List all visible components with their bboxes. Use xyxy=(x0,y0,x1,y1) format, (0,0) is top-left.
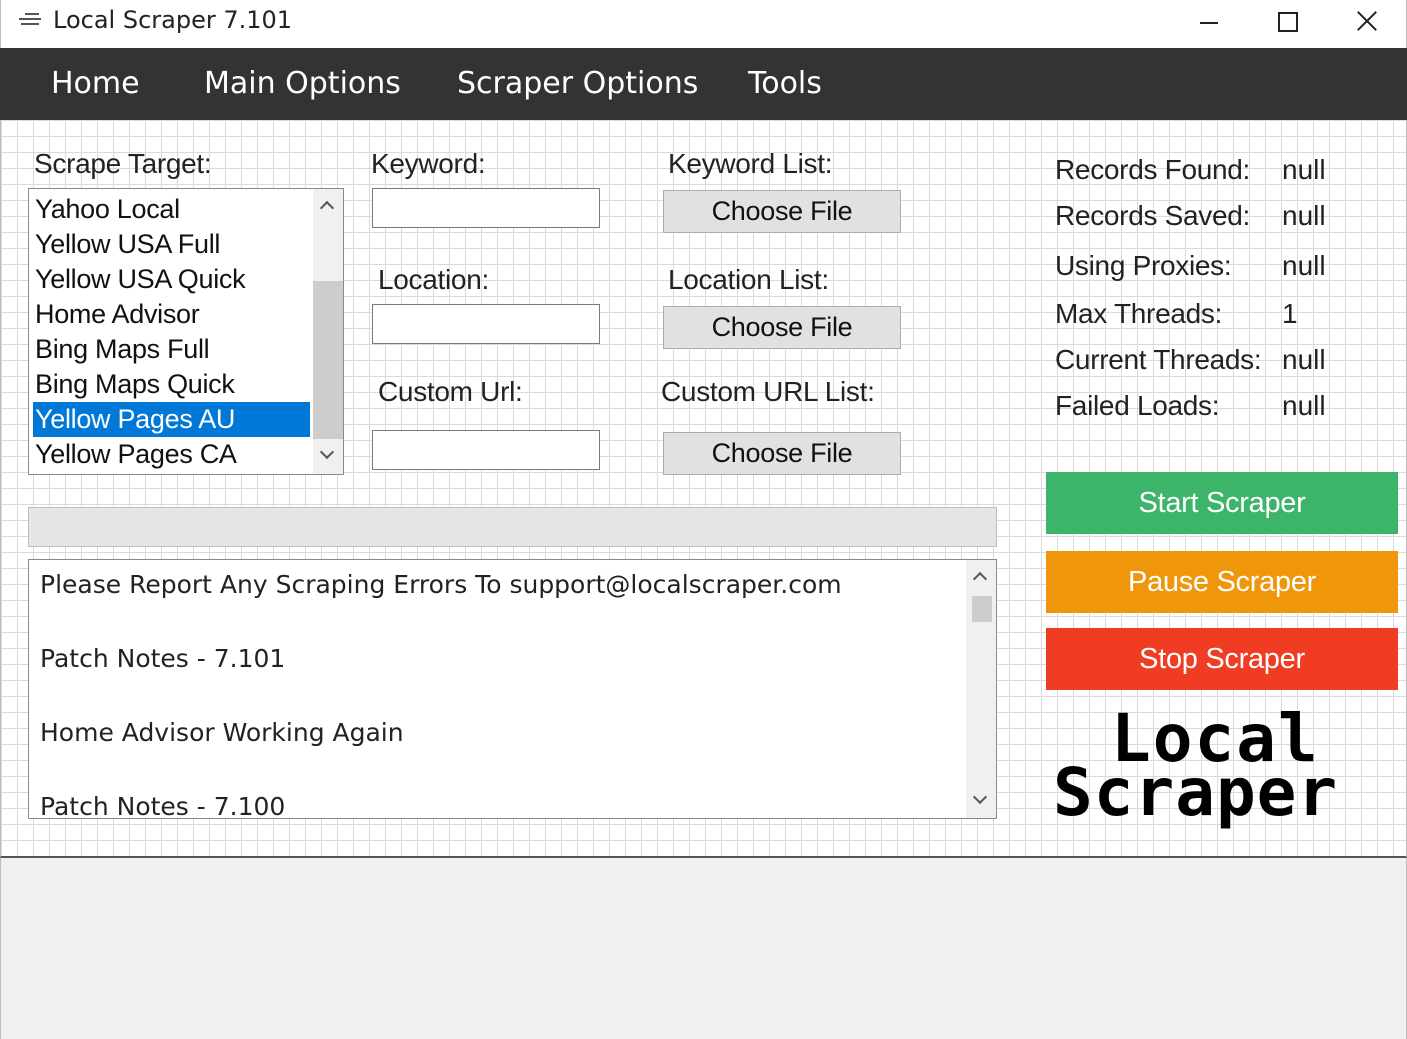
log-scrollbar[interactable] xyxy=(966,560,996,818)
title-bar: Local Scraper 7.101 xyxy=(0,0,1407,48)
max-threads-value: 1 xyxy=(1282,298,1298,329)
keyword-input[interactable] xyxy=(372,188,600,228)
using-proxies-value: null xyxy=(1282,250,1326,281)
menu-tools[interactable]: Tools xyxy=(748,66,822,101)
log-line: Home Advisor Working Again xyxy=(40,718,404,747)
list-item[interactable]: Yellow Pages CA xyxy=(33,437,310,472)
maximize-button[interactable] xyxy=(1247,0,1327,46)
max-threads-label: Max Threads: xyxy=(1055,298,1223,329)
menu-home[interactable]: Home xyxy=(51,66,140,101)
close-button[interactable] xyxy=(1327,0,1407,46)
scroll-up-icon[interactable] xyxy=(972,571,988,587)
scrape-target-label: Scrape Target: xyxy=(34,148,212,179)
logo-text-line2: Scraper xyxy=(1053,754,1339,831)
scrollbar-thumb[interactable] xyxy=(313,281,343,439)
scroll-up-icon[interactable] xyxy=(319,200,335,216)
progress-bar xyxy=(28,507,997,547)
stop-scraper-button[interactable]: Stop Scraper xyxy=(1046,628,1398,690)
using-proxies-label: Using Proxies: xyxy=(1055,250,1232,281)
listbox-scrollbar[interactable] xyxy=(313,189,343,474)
app-icon xyxy=(19,13,43,29)
list-item[interactable]: Yellow USA Quick xyxy=(33,262,310,297)
log-textbox[interactable]: Please Report Any Scraping Errors To sup… xyxy=(28,559,997,819)
location-list-label: Location List: xyxy=(668,264,829,295)
keyword-list-label: Keyword List: xyxy=(668,148,833,179)
list-item-selected[interactable]: Yellow Pages AU xyxy=(33,402,310,437)
custom-url-label: Custom Url: xyxy=(378,376,523,407)
local-scraper-logo: Local Scraper xyxy=(1051,700,1391,840)
records-found-value: null xyxy=(1282,154,1326,185)
menu-bar: Home Main Options Scraper Options Tools xyxy=(0,48,1407,120)
records-saved-label: Records Saved: xyxy=(1055,200,1251,231)
failed-loads-value: null xyxy=(1282,390,1326,421)
list-item[interactable]: Yahoo Local xyxy=(33,192,310,227)
custom-url-list-label: Custom URL List: xyxy=(661,376,875,407)
keyword-list-choose-file-button[interactable]: Choose File xyxy=(663,190,901,233)
log-line: Patch Notes - 7.100 xyxy=(40,792,286,819)
records-saved-value: null xyxy=(1282,200,1326,231)
start-scraper-button[interactable]: Start Scraper xyxy=(1046,472,1398,534)
scroll-down-icon[interactable] xyxy=(972,789,988,805)
menu-main-options[interactable]: Main Options xyxy=(204,66,401,101)
current-threads-label: Current Threads: xyxy=(1055,344,1262,375)
minimize-button[interactable] xyxy=(1169,0,1249,46)
list-item[interactable]: Home Advisor xyxy=(33,297,310,332)
pause-scraper-button[interactable]: Pause Scraper xyxy=(1046,551,1398,613)
window-title: Local Scraper 7.101 xyxy=(53,6,293,34)
list-item[interactable]: Yellow USA Full xyxy=(33,227,310,262)
log-line: Patch Notes - 7.101 xyxy=(40,644,286,673)
custom-url-list-choose-file-button[interactable]: Choose File xyxy=(663,432,901,475)
custom-url-input[interactable] xyxy=(372,430,600,470)
current-threads-value: null xyxy=(1282,344,1326,375)
list-item[interactable]: Bing Maps Quick xyxy=(33,367,310,402)
list-item[interactable]: Bing Maps Full xyxy=(33,332,310,367)
main-panel: Scrape Target: Yahoo Local Yellow USA Fu… xyxy=(0,120,1407,858)
keyword-label: Keyword: xyxy=(371,148,486,179)
location-list-choose-file-button[interactable]: Choose File xyxy=(663,306,901,349)
scrape-target-listbox[interactable]: Yahoo Local Yellow USA Full Yellow USA Q… xyxy=(28,188,344,475)
menu-scraper-options[interactable]: Scraper Options xyxy=(457,66,698,101)
scroll-down-icon[interactable] xyxy=(319,444,335,460)
scrollbar-thumb[interactable] xyxy=(972,596,992,622)
location-label: Location: xyxy=(378,264,489,295)
location-input[interactable] xyxy=(372,304,600,344)
failed-loads-label: Failed Loads: xyxy=(1055,390,1220,421)
log-line: Please Report Any Scraping Errors To sup… xyxy=(40,570,842,599)
bottom-panel xyxy=(0,858,1407,1039)
records-found-label: Records Found: xyxy=(1055,154,1251,185)
